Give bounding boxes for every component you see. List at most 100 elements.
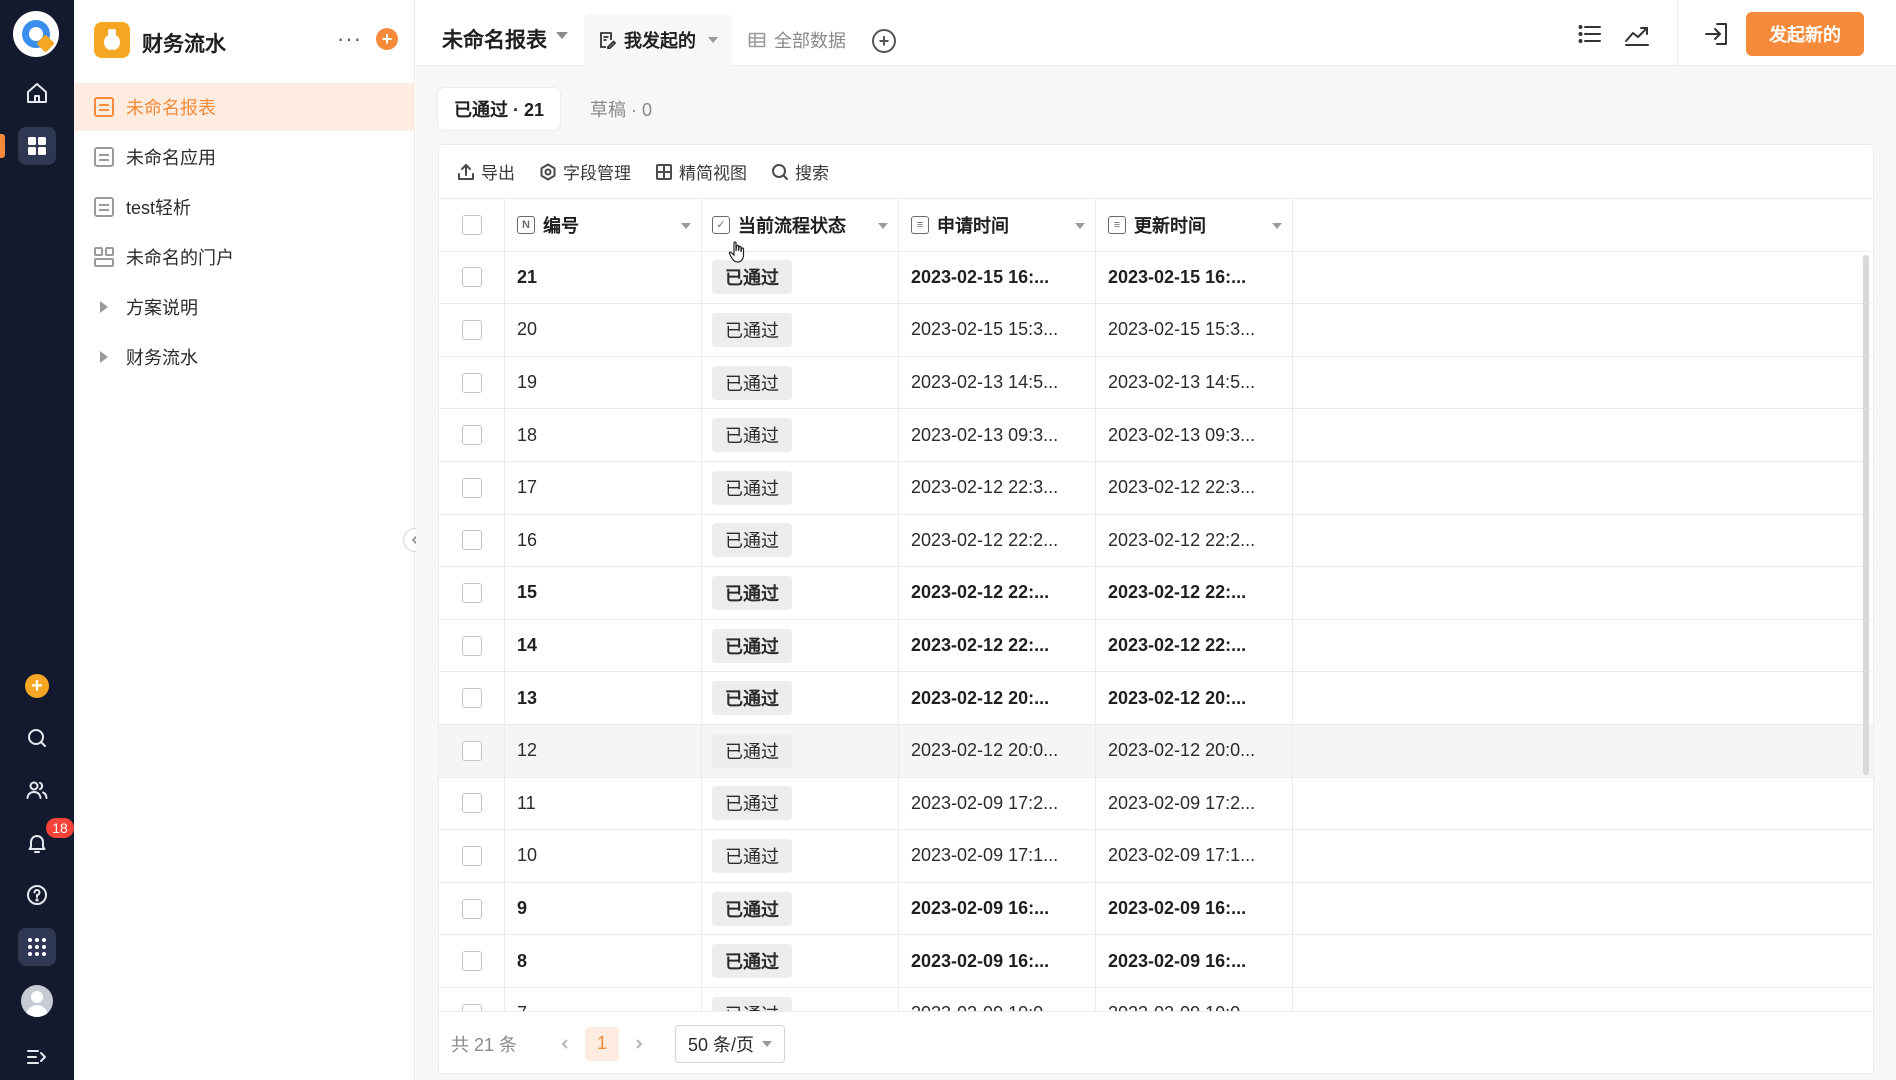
cell-status[interactable]: 已通过: [702, 461, 899, 514]
cell-update-time[interactable]: 2023-02-09 16:...: [1096, 882, 1293, 935]
cell-status[interactable]: 已通过: [702, 567, 899, 619]
search-button[interactable]: 搜索: [771, 159, 829, 184]
table-row[interactable]: 18 已通过 2023-02-13 09:3... 2023-02-13 09:3..…: [439, 409, 1873, 462]
table-row[interactable]: 21 已通过 2023-02-15 16:... 2023-02-15 16:...: [439, 251, 1873, 305]
cell-id[interactable]: 10: [505, 830, 702, 882]
cell-update-time[interactable]: 2023-02-12 20:...: [1096, 672, 1293, 724]
field-management-button[interactable]: 字段管理: [539, 159, 631, 184]
select-all-checkbox[interactable]: [461, 214, 482, 235]
help-icon[interactable]: [18, 876, 56, 914]
cell-apply-time[interactable]: 2023-02-12 22:...: [899, 567, 1096, 619]
table-row[interactable]: 15 已通过 2023-02-12 22:... 2023-02-12 22:...: [439, 567, 1873, 620]
cell-update-time[interactable]: 2023-02-12 22:2...: [1096, 514, 1293, 567]
cell-status[interactable]: 已通过: [702, 409, 899, 461]
table-row[interactable]: 12 已通过 2023-02-12 20:0... 2023-02-12 20:0..…: [439, 724, 1873, 778]
chevron-down-icon[interactable]: [1272, 223, 1282, 229]
cell-id[interactable]: 14: [505, 619, 702, 672]
cell-apply-time[interactable]: 2023-02-12 22:...: [899, 619, 1096, 672]
tab-approved[interactable]: 已通过 · 21: [438, 88, 561, 130]
cell-apply-time[interactable]: 2023-02-09 16:...: [899, 935, 1096, 987]
sign-in-icon[interactable]: [1703, 20, 1731, 48]
prev-page-icon[interactable]: [555, 1034, 575, 1054]
cell-update-time[interactable]: 2023-02-09 17:1...: [1096, 830, 1293, 882]
product-logo[interactable]: [13, 11, 59, 57]
cell-id[interactable]: 17: [505, 461, 702, 514]
row-checkbox[interactable]: [461, 477, 482, 498]
expand-caret-icon[interactable]: [100, 301, 108, 313]
sidebar-item-report[interactable]: 未命名报表: [74, 83, 415, 131]
add-page-icon[interactable]: +: [376, 28, 398, 50]
next-page-icon[interactable]: [629, 1034, 649, 1054]
cell-apply-time[interactable]: 2023-02-09 17:2...: [899, 777, 1096, 830]
cell-id[interactable]: 9: [505, 882, 702, 935]
cell-id[interactable]: 20: [505, 304, 702, 356]
expand-caret-icon[interactable]: [100, 351, 108, 363]
row-checkbox[interactable]: [461, 635, 482, 656]
cell-status[interactable]: 已通过: [702, 830, 899, 882]
row-checkbox[interactable]: [461, 582, 482, 603]
row-checkbox[interactable]: [461, 793, 482, 814]
cell-id[interactable]: 16: [505, 514, 702, 567]
list-icon[interactable]: [1576, 20, 1604, 48]
row-checkbox[interactable]: [461, 740, 482, 761]
cell-update-time[interactable]: 2023-02-15 16:...: [1096, 251, 1293, 304]
cell-update-time[interactable]: 2023-02-12 22:...: [1096, 619, 1293, 672]
cell-apply-time[interactable]: 2023-02-15 15:3...: [899, 304, 1096, 356]
cell-status[interactable]: 已通过: [702, 304, 899, 356]
row-checkbox[interactable]: [461, 319, 482, 340]
cell-update-time[interactable]: 2023-02-13 14:5...: [1096, 356, 1293, 409]
row-checkbox[interactable]: [461, 845, 482, 866]
app-launcher-icon[interactable]: [18, 928, 56, 966]
table-row[interactable]: 16 已通过 2023-02-12 22:2... 2023-02-12 22:2..…: [439, 514, 1873, 568]
row-checkbox[interactable]: [461, 688, 482, 709]
contacts-icon[interactable]: [18, 771, 56, 809]
start-new-button[interactable]: 发起新的: [1746, 12, 1864, 56]
table-row[interactable]: 17 已通过 2023-02-12 22:3... 2023-02-12 22:3..…: [439, 461, 1873, 515]
row-checkbox[interactable]: [461, 372, 482, 393]
cell-status[interactable]: 已通过: [702, 514, 899, 567]
cell-update-time[interactable]: 2023-02-12 22:3...: [1096, 461, 1293, 514]
column-header-apply-time[interactable]: ≡ 申请时间: [899, 199, 1096, 251]
apps-grid-icon[interactable]: [18, 127, 56, 165]
chevron-down-icon[interactable]: [708, 37, 718, 43]
trend-chart-icon[interactable]: [1623, 20, 1651, 48]
cell-update-time[interactable]: 2023-02-12 22:...: [1096, 567, 1293, 619]
chevron-down-icon[interactable]: [556, 32, 568, 39]
table-row[interactable]: 10 已通过 2023-02-09 17:1... 2023-02-09 17:1..…: [439, 830, 1873, 883]
tab-all-data[interactable]: 全部数据: [746, 14, 846, 66]
export-button[interactable]: 导出: [457, 159, 515, 184]
page-number[interactable]: 1: [585, 1026, 620, 1061]
page-size-select[interactable]: 50 条/页: [675, 1024, 786, 1063]
rail-add-icon[interactable]: +: [25, 674, 49, 698]
chevron-down-icon[interactable]: [1075, 223, 1085, 229]
cell-id[interactable]: 19: [505, 356, 702, 409]
more-icon[interactable]: ···: [337, 26, 362, 52]
cell-id[interactable]: 15: [505, 567, 702, 619]
cell-apply-time[interactable]: 2023-02-12 20:0...: [899, 724, 1096, 777]
cell-status[interactable]: 已通过: [702, 672, 899, 724]
compact-view-button[interactable]: 精简视图: [655, 159, 747, 184]
user-avatar[interactable]: [21, 985, 53, 1017]
cell-update-time[interactable]: 2023-02-13 09:3...: [1096, 409, 1293, 461]
table-row[interactable]: 14 已通过 2023-02-12 22:... 2023-02-12 22:...: [439, 619, 1873, 673]
row-checkbox[interactable]: [461, 425, 482, 446]
search-icon[interactable]: [18, 719, 56, 757]
column-header-id[interactable]: N 编号: [505, 199, 702, 251]
chevron-down-icon[interactable]: [878, 223, 888, 229]
sidebar-item-app[interactable]: 未命名应用: [74, 133, 415, 181]
cell-apply-time[interactable]: 2023-02-12 22:3...: [899, 461, 1096, 514]
cell-status[interactable]: 已通过: [702, 724, 899, 777]
table-row[interactable]: 13 已通过 2023-02-12 20:... 2023-02-12 20:...: [439, 672, 1873, 725]
cell-update-time[interactable]: 2023-02-09 16:...: [1096, 935, 1293, 987]
cell-id[interactable]: 12: [505, 724, 702, 777]
sidebar-item-plan-group[interactable]: 方案说明: [74, 283, 415, 331]
tab-my-initiated[interactable]: 我发起的: [584, 14, 732, 66]
row-checkbox[interactable]: [461, 267, 482, 288]
table-row[interactable]: 20 已通过 2023-02-15 15:3... 2023-02-15 15:3..…: [439, 304, 1873, 357]
cell-id[interactable]: 18: [505, 409, 702, 461]
cell-apply-time[interactable]: 2023-02-15 16:...: [899, 251, 1096, 304]
tab-draft[interactable]: 草稿 · 0: [574, 88, 668, 130]
cell-apply-time[interactable]: 2023-02-12 22:2...: [899, 514, 1096, 567]
cell-id[interactable]: 13: [505, 672, 702, 724]
cell-id[interactable]: 8: [505, 935, 702, 987]
